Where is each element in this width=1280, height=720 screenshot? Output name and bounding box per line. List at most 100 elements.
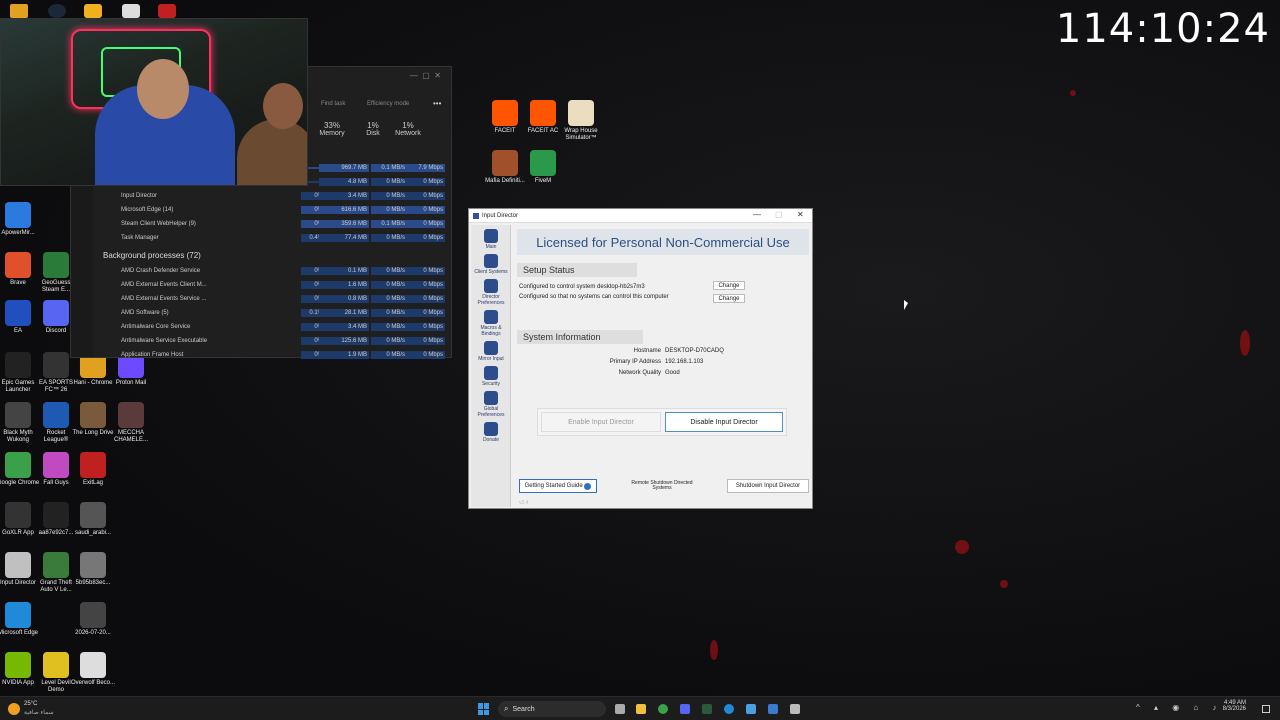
process-row[interactable]: Steam Client WebHelper (9)0%359.6 MB0.1 … (101, 217, 451, 231)
process-name: AMD External Events Service ... (121, 296, 207, 302)
network-column-header[interactable]: 1% Network (393, 121, 423, 137)
find-task-button[interactable]: Find task (321, 101, 345, 107)
system-tray[interactable]: ^ ▴ ◉ ⌂ ♪ (1136, 703, 1222, 712)
desktop-icon[interactable]: MECCHA CHAMELE... (109, 402, 153, 444)
desktop-icon[interactable]: 5b95b83ec... (71, 552, 115, 587)
enable-button[interactable]: Enable Input Director (541, 412, 661, 432)
getting-started-button[interactable]: Getting Started Guide (519, 479, 597, 493)
app-icon (5, 300, 31, 326)
title-bar[interactable]: Input Director — ▢ ✕ (469, 209, 812, 223)
app-icon[interactable] (84, 4, 102, 18)
process-disk: 0 MB/s (371, 323, 407, 331)
app-icon (43, 300, 69, 326)
folder-icon[interactable] (10, 4, 28, 18)
desktop-icon-label: Wrap House Simulator™ (564, 128, 598, 141)
steam-icon[interactable] (48, 4, 66, 18)
app-icon (43, 552, 69, 578)
shutdown-button[interactable]: Shutdown Input Director (727, 479, 809, 493)
nav-global-preferences[interactable]: Global Preferences (471, 391, 511, 418)
close-button[interactable]: ✕ (797, 210, 804, 219)
nav-director-preferences[interactable]: Director Preferences (471, 279, 511, 306)
window-controls[interactable]: — ▢ ✕ (410, 71, 441, 80)
desktop-icon[interactable]: Wrap House Simulator™ (559, 100, 603, 142)
nav-label: Main (485, 244, 497, 250)
nav-macros-bindings[interactable]: Macros & Bindings (471, 310, 511, 337)
process-row[interactable]: Microsoft Edge (14)0%616.6 MB0 MB/s0 Mbp… (101, 203, 451, 217)
remote-shutdown-button[interactable]: Remote Shutdown Directed Systems (629, 479, 695, 493)
desktop-icon[interactable]: ApowerMir... (0, 202, 40, 237)
task-view-icon[interactable] (615, 704, 625, 714)
edge-icon[interactable] (724, 704, 734, 714)
home-icon (484, 229, 498, 243)
background-splatter (1070, 90, 1076, 96)
webcam-overlay (0, 18, 308, 186)
start-button[interactable] (478, 703, 490, 715)
network-icon (484, 254, 498, 268)
disable-button[interactable]: Disable Input Director (665, 412, 783, 432)
weather-desc[interactable]: سماء صافية (24, 709, 54, 716)
clock[interactable]: 4:49 AM 8/3/2026 (1223, 700, 1246, 712)
nav-label: Security (481, 381, 501, 387)
process-row[interactable]: Antimalware Core Service0%3.4 MB0 MB/s0 … (101, 320, 451, 334)
input-director-icon[interactable] (790, 704, 800, 714)
chrome-icon[interactable] (658, 704, 668, 714)
telegram-icon[interactable] (746, 704, 756, 714)
nav-donate[interactable]: Donate (471, 422, 511, 443)
search-label: Search (512, 705, 535, 713)
process-row[interactable]: AMD External Events Service ...0%0.8 MB0… (101, 292, 451, 306)
desktop-icon-label: saudi_arabi... (74, 530, 112, 536)
process-memory: 3.4 MB (319, 323, 369, 331)
app-icon (80, 602, 106, 628)
more-options-button[interactable]: ••• (433, 99, 441, 108)
game-icon[interactable] (158, 4, 176, 18)
process-row[interactable]: Input Director0%3.4 MB0 MB/s0 Mbps (101, 189, 451, 203)
process-memory: 1.9 MB (319, 351, 369, 359)
process-row[interactable]: Antimalware Service Executable0%125.6 MB… (101, 334, 451, 348)
document-icon[interactable] (122, 4, 140, 18)
person-head (263, 83, 303, 129)
desktop-icon[interactable]: 2026-07-20... (71, 602, 115, 637)
desktop-icon[interactable]: saudi_arabi... (71, 502, 115, 537)
weather-icon[interactable] (8, 703, 20, 715)
nav-label: Mirror Input (478, 356, 504, 362)
process-disk: 0 MB/s (371, 281, 407, 289)
file-explorer-icon[interactable] (636, 704, 646, 714)
desktop-icon[interactable]: FiveM (521, 150, 565, 185)
notification-icon[interactable] (1262, 705, 1270, 713)
search-box[interactable]: ⌕ Search (498, 701, 606, 717)
stream-timer: 114:10:24 (1055, 6, 1270, 52)
change-button[interactable]: Change (713, 281, 745, 290)
nav-label: Macros & Bindings (480, 325, 502, 337)
process-disk: 0 MB/s (371, 309, 407, 317)
memory-column-header[interactable]: 33% Memory (317, 121, 347, 137)
desktop-icon[interactable]: Overwolf Beco... (71, 652, 115, 687)
desktop-icon[interactable]: ExitLag (71, 452, 115, 487)
xbox-icon[interactable] (702, 704, 712, 714)
version-label: v2.4 (519, 500, 529, 506)
process-row[interactable]: AMD Software (5) 0.1% 28.1 MB 0 MB/s 0 Mbps (101, 306, 451, 320)
weather-temp[interactable]: 25°C (24, 701, 37, 707)
nav-mirror-input[interactable]: Mirror Input (471, 341, 511, 362)
process-memory: 3.4 MB (319, 192, 369, 200)
discord-icon[interactable] (680, 704, 690, 714)
process-network: 0 Mbps (407, 220, 445, 228)
nav-security[interactable]: Security (471, 366, 511, 387)
input-director-window[interactable]: Input Director — ▢ ✕ Main Client Systems… (468, 208, 813, 509)
desktop-icon[interactable]: Microsoft Edge (0, 602, 40, 637)
task-manager-icon[interactable] (768, 704, 778, 714)
process-row[interactable]: AMD Crash Defender Service0%0.1 MB0 MB/s… (101, 264, 451, 278)
process-row[interactable]: Application Frame Host0%1.9 MB0 MB/s0 Mb… (101, 348, 451, 362)
change-button[interactable]: Change (713, 294, 745, 303)
disk-column-header[interactable]: 1% Disk (361, 121, 385, 137)
maximize-button[interactable]: ▢ (775, 210, 783, 219)
app-icon (530, 150, 556, 176)
app-icon (80, 552, 106, 578)
nav-client-systems[interactable]: Client Systems (471, 254, 511, 275)
process-memory: 359.6 MB (319, 220, 369, 228)
nav-main[interactable]: Main (471, 229, 511, 250)
efficiency-mode-button[interactable]: Efficiency mode (367, 101, 409, 107)
process-row[interactable]: AMD External Events Client M...0%1.6 MB0… (101, 278, 451, 292)
minimize-button[interactable]: — (753, 210, 761, 219)
app-icon (118, 402, 144, 428)
process-row[interactable]: Task Manager 0.4% 77.4 MB 0 MB/s 0 Mbps (101, 231, 451, 245)
